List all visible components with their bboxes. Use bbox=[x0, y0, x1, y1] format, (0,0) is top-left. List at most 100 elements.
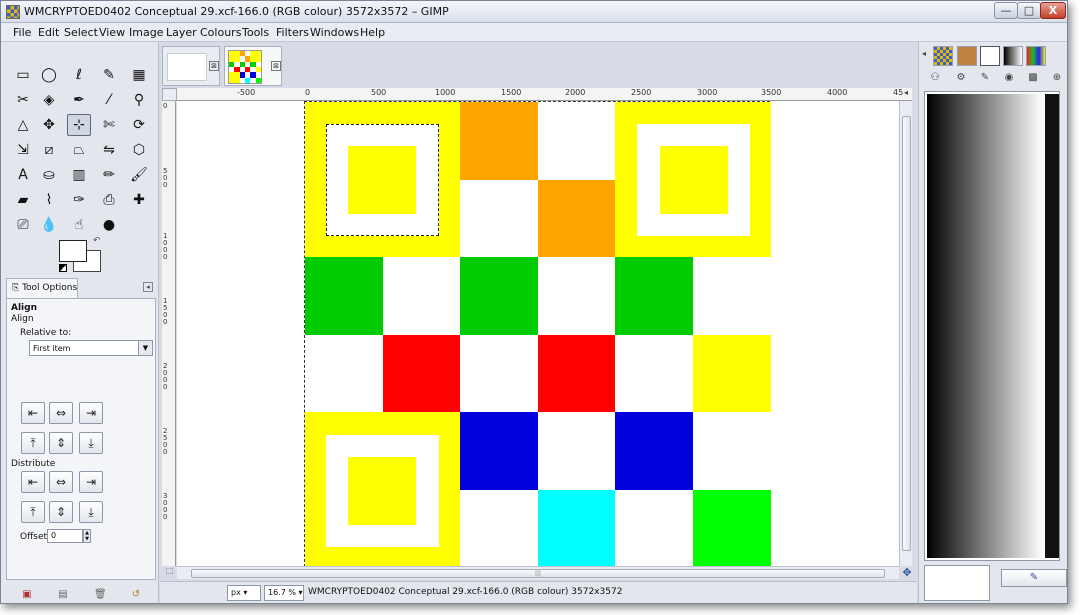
menu-select[interactable]: Select bbox=[64, 26, 98, 39]
tab-tool-options[interactable]: ⎘ Tool Options bbox=[6, 278, 78, 298]
image-tab-1[interactable]: ⊠ bbox=[162, 46, 220, 86]
fuzzy-select-icon[interactable]: ✎ bbox=[97, 64, 121, 86]
offset-input[interactable]: 0 bbox=[47, 529, 83, 543]
quick-mask-icon[interactable]: ⬚ bbox=[162, 566, 177, 579]
offset-spinner[interactable]: ▲ ▼ bbox=[83, 529, 91, 543]
align-right-edge-button[interactable]: ⇥ bbox=[79, 402, 103, 424]
fg-bg-colors[interactable]: ↶ bbox=[59, 236, 103, 276]
navigate-icon[interactable]: ✥ bbox=[901, 566, 913, 579]
horizontal-scrollbar[interactable]: ||| bbox=[177, 566, 899, 579]
pencil-icon[interactable]: ✏ bbox=[97, 164, 121, 186]
shear-icon[interactable]: ⧄ bbox=[37, 139, 61, 161]
selection-marquee[interactable] bbox=[326, 124, 439, 236]
menu-edit[interactable]: Edit bbox=[38, 26, 59, 39]
relative-to-select[interactable]: First item ▼ bbox=[29, 340, 153, 356]
horizontal-scrollbar-thumb[interactable]: ||| bbox=[191, 569, 885, 578]
close-tab-icon[interactable]: ⊠ bbox=[209, 61, 219, 71]
paintbrush-icon[interactable]: 🖌 bbox=[127, 164, 151, 186]
cage-icon[interactable]: ⬡ bbox=[127, 139, 151, 161]
vertical-scrollbar[interactable] bbox=[899, 101, 912, 566]
histogram-tab-icon[interactable]: ▩ bbox=[1023, 69, 1043, 87]
reset-options-icon[interactable]: ↺ bbox=[130, 589, 142, 601]
dock-collapse-icon[interactable]: ◂ bbox=[922, 49, 926, 58]
swap-colors-icon[interactable]: ↶ bbox=[93, 236, 101, 246]
flip-icon[interactable]: ⇋ bbox=[97, 139, 121, 161]
horizontal-ruler[interactable]: -500 0 500 1000 1500 2000 2500 3000 3500 4000 45 bbox=[177, 88, 912, 101]
chevron-down-icon[interactable]: ▼ bbox=[138, 341, 152, 355]
distribute-middle-button[interactable]: ⇕ bbox=[49, 501, 73, 523]
distribute-right-button[interactable]: ⇥ bbox=[79, 471, 103, 493]
gradient-preview[interactable] bbox=[927, 94, 1043, 558]
undo-tab-icon[interactable]: ⊕ bbox=[1047, 69, 1067, 87]
align-top-edge-button[interactable]: ⤒ bbox=[21, 432, 45, 454]
image-tab-2[interactable]: ⊠ bbox=[224, 46, 282, 86]
align-icon[interactable]: ⊹ bbox=[67, 114, 91, 136]
heal-icon[interactable]: ✚ bbox=[127, 189, 151, 211]
paths-icon[interactable]: ✒ bbox=[67, 89, 91, 111]
menu-windows[interactable]: Windows bbox=[310, 26, 359, 39]
gradient-icon[interactable] bbox=[1003, 46, 1023, 66]
menu-filters[interactable]: Filters bbox=[276, 26, 309, 39]
delete-preset-icon[interactable]: 🗑 bbox=[94, 589, 107, 601]
move-icon[interactable]: ✥ bbox=[37, 114, 61, 136]
image-menu-icon[interactable]: ◂ bbox=[900, 88, 912, 101]
palette-icon[interactable] bbox=[1026, 46, 1046, 66]
pattern-icon[interactable] bbox=[933, 46, 953, 66]
align-bottom-edge-button[interactable]: ⤓ bbox=[79, 432, 103, 454]
vertical-ruler[interactable]: 0 500 1000 1500 2000 2500 3000 bbox=[162, 101, 176, 566]
rect-select-icon[interactable]: ▭ bbox=[11, 64, 35, 86]
maximize-button[interactable]: □ bbox=[1017, 2, 1041, 19]
gradient-list-scrollbar[interactable] bbox=[1045, 94, 1059, 558]
ink-icon[interactable]: ✑ bbox=[67, 189, 91, 211]
edit-button[interactable]: ✎ bbox=[1001, 569, 1067, 587]
menu-image[interactable]: Image bbox=[129, 26, 163, 39]
bucket-fill-icon[interactable]: ⛀ bbox=[37, 164, 61, 186]
foreground-select-icon[interactable]: ◈ bbox=[37, 89, 61, 111]
vertical-scrollbar-thumb[interactable] bbox=[902, 116, 911, 551]
foreground-color-swatch[interactable] bbox=[59, 240, 87, 262]
save-preset-icon[interactable]: ▣ bbox=[21, 589, 33, 601]
close-button[interactable]: X bbox=[1040, 2, 1066, 19]
perspective-icon[interactable]: ⏢ bbox=[67, 139, 91, 161]
crop-icon[interactable]: ✄ bbox=[97, 114, 121, 136]
canvas-area[interactable] bbox=[177, 101, 899, 566]
blur-icon[interactable]: 💧 bbox=[37, 214, 61, 236]
distribute-top-button[interactable]: ⤒ bbox=[21, 501, 45, 523]
menu-view[interactable]: View bbox=[99, 26, 125, 39]
layers-tab-icon[interactable]: ⚇ bbox=[925, 69, 945, 87]
menu-tools[interactable]: Tools bbox=[242, 26, 269, 39]
ellipse-select-icon[interactable]: ◯ bbox=[37, 64, 61, 86]
reset-colors-icon[interactable] bbox=[59, 264, 67, 272]
rotate-icon[interactable]: ⟳ bbox=[127, 114, 151, 136]
panel-menu-icon[interactable]: ◂ bbox=[143, 282, 153, 292]
align-left-edge-button[interactable]: ⇤ bbox=[21, 402, 45, 424]
text-icon[interactable]: A bbox=[11, 164, 35, 186]
distribute-center-button[interactable]: ⇔ bbox=[49, 471, 73, 493]
scale-icon[interactable]: ⇲ bbox=[11, 139, 35, 161]
distribute-bottom-button[interactable]: ⤓ bbox=[79, 501, 103, 523]
brush-icon[interactable] bbox=[957, 46, 977, 66]
image-canvas[interactable] bbox=[304, 101, 771, 566]
scissors-select-icon[interactable]: ✂ bbox=[11, 89, 35, 111]
align-center-horizontal-button[interactable]: ⇔ bbox=[49, 402, 73, 424]
eraser-icon[interactable]: ▰ bbox=[11, 189, 35, 211]
channels-tab-icon[interactable]: ⚙ bbox=[951, 69, 971, 87]
zoom-icon[interactable]: ⚲ bbox=[127, 89, 151, 111]
distribute-left-button[interactable]: ⇤ bbox=[21, 471, 45, 493]
menu-file[interactable]: File bbox=[13, 26, 31, 39]
clone-icon[interactable]: ⎙ bbox=[97, 189, 121, 211]
unit-select[interactable]: px ▾ bbox=[227, 585, 261, 601]
tool-preset-icon[interactable] bbox=[980, 46, 1000, 66]
align-middle-vertical-button[interactable]: ⇕ bbox=[49, 432, 73, 454]
perspective-clone-icon[interactable]: ⎚ bbox=[11, 214, 35, 236]
paths-tab-icon[interactable]: ✎ bbox=[975, 69, 995, 87]
close-tab-icon[interactable]: ⊠ bbox=[271, 61, 281, 71]
menu-layer[interactable]: Layer bbox=[166, 26, 197, 39]
title-bar[interactable]: WMCRYPTOED0402 Conceptual 29.xcf-166.0 (… bbox=[1, 1, 1067, 23]
menu-help[interactable]: Help bbox=[360, 26, 385, 39]
dodge-burn-icon[interactable]: ● bbox=[97, 214, 121, 236]
smudge-icon[interactable]: ☝ bbox=[67, 214, 91, 236]
brush-preview[interactable] bbox=[924, 565, 990, 601]
blend-icon[interactable]: ▥ bbox=[67, 164, 91, 186]
airbrush-icon[interactable]: ⌇ bbox=[37, 189, 61, 211]
